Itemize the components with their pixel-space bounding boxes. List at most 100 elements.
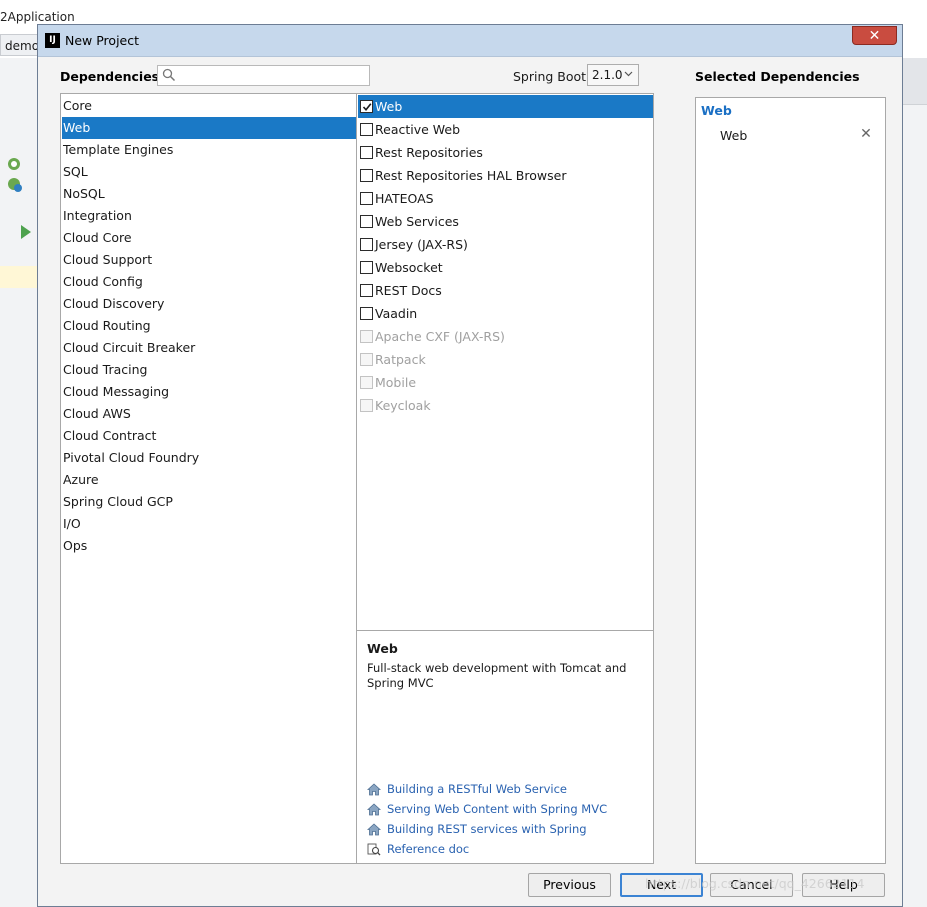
dependency-item[interactable]: Rest Repositories xyxy=(358,141,653,164)
checkmark-icon xyxy=(362,103,372,112)
category-label: SQL xyxy=(63,164,88,179)
checkbox xyxy=(360,399,373,412)
checkbox[interactable] xyxy=(360,146,373,159)
category-label: Cloud Support xyxy=(63,252,153,267)
doc-search-icon xyxy=(367,843,381,856)
checkbox[interactable] xyxy=(360,238,373,251)
category-item[interactable]: Cloud Circuit Breaker xyxy=(62,337,356,359)
category-label: Cloud Core xyxy=(63,230,132,245)
category-item[interactable]: Azure xyxy=(62,469,356,491)
category-item[interactable]: Cloud Support xyxy=(62,249,356,271)
dependency-label: Web xyxy=(375,99,403,114)
selected-dependencies-panel: Web Web ✕ xyxy=(695,97,886,864)
dependency-label: Reactive Web xyxy=(375,122,461,137)
category-item[interactable]: Core xyxy=(62,95,356,117)
dependency-item[interactable]: Rest Repositories HAL Browser xyxy=(358,164,653,187)
category-item[interactable]: NoSQL xyxy=(62,183,356,205)
checkbox[interactable] xyxy=(360,307,373,320)
description-text: Full-stack web development with Tomcat a… xyxy=(367,661,627,690)
remove-dependency-icon[interactable]: ✕ xyxy=(859,127,873,141)
category-item[interactable]: SQL xyxy=(62,161,356,183)
category-label: Spring Cloud GCP xyxy=(63,494,173,509)
close-button[interactable]: ✕ xyxy=(852,26,897,45)
checkbox xyxy=(360,330,373,343)
dependency-label: HATEOAS xyxy=(375,191,434,206)
category-item[interactable]: Template Engines xyxy=(62,139,356,161)
dependency-label: Mobile xyxy=(375,375,417,390)
category-item[interactable]: Cloud Config xyxy=(62,271,356,293)
category-item[interactable]: Ops xyxy=(62,535,356,557)
category-list[interactable]: Core Web Template Engines SQL NoSQL Integrati… xyxy=(60,93,357,864)
category-item[interactable]: Cloud Messaging xyxy=(62,381,356,403)
category-item[interactable]: Cloud Tracing xyxy=(62,359,356,381)
spring-boot-version-select[interactable]: 2.1.0 xyxy=(587,64,639,86)
checkbox-checked[interactable] xyxy=(360,100,373,113)
dependency-label: REST Docs xyxy=(375,283,442,298)
category-item[interactable]: Pivotal Cloud Foundry xyxy=(62,447,356,469)
dependencies-label: Dependencies xyxy=(60,69,160,84)
dependency-item[interactable]: Web xyxy=(358,95,653,118)
category-label: Azure xyxy=(63,472,99,487)
category-item[interactable]: Web xyxy=(62,117,356,139)
ide-right-strip xyxy=(903,58,927,907)
category-item[interactable]: Cloud AWS xyxy=(62,403,356,425)
dependency-item[interactable]: Jersey (JAX-RS) xyxy=(358,233,653,256)
bean-config-icon xyxy=(8,178,22,192)
run-icon[interactable] xyxy=(20,224,32,240)
dependency-item[interactable]: Vaadin xyxy=(358,302,653,325)
category-item[interactable]: Cloud Contract xyxy=(62,425,356,447)
dependency-list[interactable]: Web Reactive Web Rest Repositories Rest Rep… xyxy=(356,93,654,631)
category-label: NoSQL xyxy=(63,186,105,201)
category-label: Pivotal Cloud Foundry xyxy=(63,450,200,465)
category-item[interactable]: Cloud Discovery xyxy=(62,293,356,315)
dependency-description-panel: Web Full-stack web development with Tomc… xyxy=(356,630,654,864)
checkbox[interactable] xyxy=(360,169,373,182)
category-item[interactable]: Cloud Routing xyxy=(62,315,356,337)
category-item[interactable]: I/O xyxy=(62,513,356,535)
guide-link-label[interactable]: Reference doc xyxy=(387,840,469,858)
guide-link-label[interactable]: Serving Web Content with Spring MVC xyxy=(387,800,607,818)
home-icon xyxy=(367,783,381,796)
dependency-item[interactable]: HATEOAS xyxy=(358,187,653,210)
previous-button[interactable]: Previous xyxy=(528,873,611,897)
search-input[interactable] xyxy=(178,67,366,84)
dependency-item[interactable]: REST Docs xyxy=(358,279,653,302)
spring-boot-version-value: 2.1.0 xyxy=(592,68,623,82)
checkbox[interactable] xyxy=(360,215,373,228)
checkbox xyxy=(360,376,373,389)
dependency-item: Mobile xyxy=(358,371,653,394)
selected-dependency-item: Web xyxy=(720,128,748,143)
description-title: Web xyxy=(367,641,398,656)
dialog-titlebar[interactable]: IJ New Project ✕ xyxy=(38,25,902,57)
dependency-item[interactable]: Reactive Web xyxy=(358,118,653,141)
highlighted-line xyxy=(0,266,37,288)
category-label: Web xyxy=(63,120,91,135)
checkbox xyxy=(360,353,373,366)
dependency-item[interactable]: Websocket xyxy=(358,256,653,279)
category-item[interactable]: Spring Cloud GCP xyxy=(62,491,356,513)
guide-link-label[interactable]: Building REST services with Spring xyxy=(387,820,587,838)
guide-link-label[interactable]: Building a RESTful Web Service xyxy=(387,780,567,798)
search-icon xyxy=(162,68,176,82)
category-item[interactable]: Cloud Core xyxy=(62,227,356,249)
category-label: I/O xyxy=(63,516,81,531)
checkbox[interactable] xyxy=(360,284,373,297)
checkbox[interactable] xyxy=(360,192,373,205)
dependency-label: Web Services xyxy=(375,214,459,229)
spring-boot-label: Spring Boot xyxy=(513,69,587,84)
home-icon xyxy=(367,803,381,816)
watermark: https://blog.csdn.net/qq_42662114 xyxy=(645,876,865,891)
home-icon xyxy=(367,823,381,836)
category-label: Core xyxy=(63,98,92,113)
dependency-item: Ratpack xyxy=(358,348,653,371)
ide-editor-tab[interactable]: demo xyxy=(0,34,40,56)
category-label: Cloud Routing xyxy=(63,318,151,333)
chevron-down-icon xyxy=(624,71,633,77)
dependency-search-field[interactable] xyxy=(157,65,370,86)
checkbox[interactable] xyxy=(360,261,373,274)
checkbox[interactable] xyxy=(360,123,373,136)
dependency-item[interactable]: Web Services xyxy=(358,210,653,233)
category-label: Cloud Contract xyxy=(63,428,157,443)
category-label: Cloud Circuit Breaker xyxy=(63,340,196,355)
category-item[interactable]: Integration xyxy=(62,205,356,227)
